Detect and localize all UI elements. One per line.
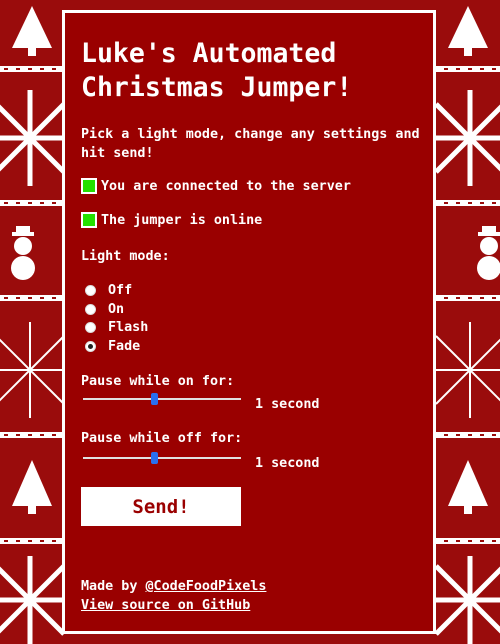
source-credit: View source on GitHub — [81, 598, 250, 613]
slider-track — [83, 457, 241, 459]
page-title: Luke's Automated Christmas Jumper! — [81, 38, 353, 103]
light-mode-label: Light mode: — [81, 249, 170, 264]
radio-button[interactable] — [85, 285, 96, 296]
pause-on-label: Pause while on for: — [81, 374, 235, 389]
status-online-icon — [81, 178, 97, 194]
radio-label: On — [108, 302, 125, 317]
intro-text: Pick a light mode, change any settings a… — [81, 127, 420, 161]
made-by-credit: Made by @CodeFoodPixels — [81, 579, 266, 594]
light-mode-option-fade[interactable]: Fade — [85, 339, 140, 354]
slider-thumb[interactable] — [151, 452, 159, 464]
light-mode-option-on[interactable]: On — [85, 302, 124, 317]
slider-track — [83, 398, 241, 400]
radio-label: Flash — [108, 320, 149, 335]
radio-label: Fade — [108, 339, 141, 354]
send-button[interactable]: Send! — [81, 487, 241, 526]
light-mode-option-flash[interactable]: Flash — [85, 320, 148, 335]
radio-button[interactable] — [85, 304, 96, 315]
light-mode-option-off[interactable]: Off — [85, 283, 132, 298]
radio-button-selected[interactable] — [85, 341, 96, 352]
github-source-link[interactable]: View source on GitHub — [81, 598, 250, 613]
jumper-status: The jumper is online — [81, 212, 262, 228]
author-link[interactable]: @CodeFoodPixels — [146, 579, 267, 594]
slider-thumb[interactable] — [151, 393, 159, 405]
pause-on-value: 1 second — [255, 397, 320, 412]
radio-button[interactable] — [85, 322, 96, 333]
pause-off-label: Pause while off for: — [81, 431, 243, 446]
connection-status-text: You are connected to the server — [101, 178, 351, 194]
control-panel: Luke's Automated Christmas Jumper! Pick … — [62, 10, 436, 634]
status-online-icon — [81, 212, 97, 228]
connection-status: You are connected to the server — [81, 178, 351, 194]
jumper-status-text: The jumper is online — [101, 212, 263, 228]
pause-on-slider[interactable] — [83, 393, 241, 405]
pause-off-value: 1 second — [255, 456, 320, 471]
radio-label: Off — [108, 283, 133, 298]
pause-off-slider[interactable] — [83, 452, 241, 464]
made-by-prefix: Made by — [81, 579, 146, 594]
